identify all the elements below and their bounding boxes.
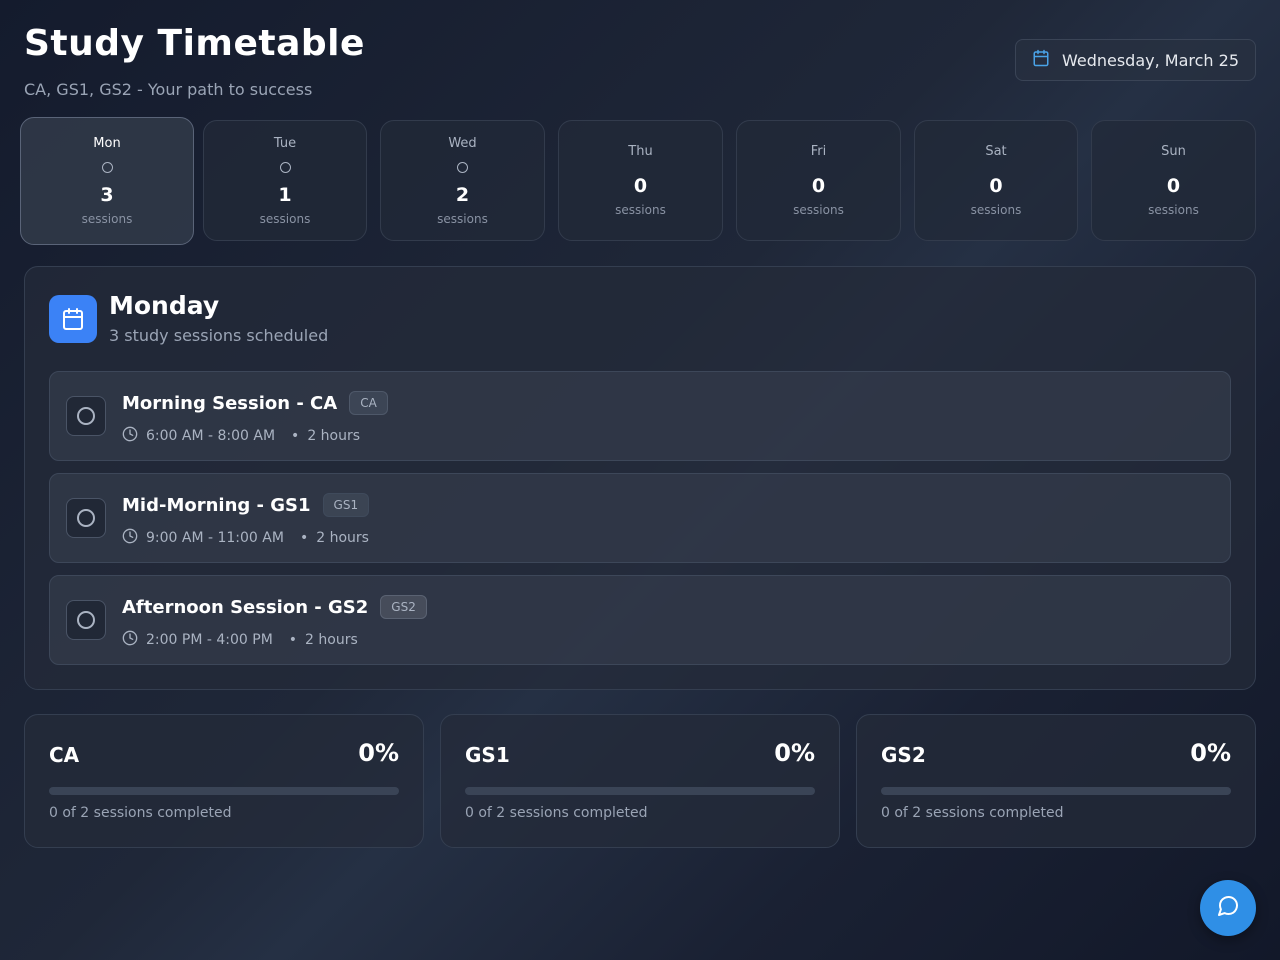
session-meta: 6:00 AM - 8:00 AM • 2 hours: [122, 426, 360, 446]
day-session-count: 0: [633, 175, 648, 197]
session-title-row: Mid-Morning - GS1 GS1: [122, 493, 370, 517]
day-name: Mon: [93, 136, 121, 151]
session-duration: 2 hours: [316, 530, 369, 546]
progress-percent: 0%: [358, 739, 399, 767]
subject-tag: GS1: [322, 493, 370, 517]
status-dot-icon: [279, 161, 291, 173]
session-title-row: Afternoon Session - GS2 GS2: [122, 595, 427, 619]
day-session-label: sessions: [259, 211, 311, 226]
session-time: 9:00 AM - 11:00 AM: [146, 530, 284, 546]
progress-percent: 0%: [1190, 739, 1231, 767]
progress-text: 0 of 2 sessions completed: [49, 805, 232, 821]
schedule-summary: 3 study sessions scheduled: [109, 326, 329, 345]
day-name: Tue: [273, 135, 297, 151]
day-session-count: 0: [989, 175, 1003, 197]
day-session-count: 1: [278, 183, 292, 206]
session-complete-checkbox[interactable]: [66, 498, 106, 538]
subject-tag: GS2: [380, 595, 427, 619]
status-dot-icon: [101, 162, 113, 173]
progress-bar: [465, 787, 815, 795]
subject-name: GS2: [881, 743, 926, 767]
calendar-icon: [1032, 49, 1050, 71]
circle-icon: [77, 611, 95, 629]
session-title: Mid-Morning - GS1: [122, 494, 311, 516]
session-duration: 2 hours: [307, 428, 361, 444]
week-day-selector: Mon 3 sessions Tue 1 sessions Wed 2 sess…: [20, 117, 1256, 245]
circle-icon: [77, 407, 95, 425]
day-name: Sun: [1161, 144, 1186, 159]
session-time: 2:00 PM - 4:00 PM: [146, 632, 273, 648]
status-dot-icon: [457, 161, 468, 173]
progress-bar: [49, 787, 399, 795]
progress-card-gs1: GS1 0% 0 of 2 sessions completed: [440, 714, 840, 848]
message-circle-icon: [1216, 894, 1240, 922]
progress-card-gs2: GS2 0% 0 of 2 sessions completed: [856, 714, 1256, 848]
session-complete-checkbox[interactable]: [66, 396, 106, 436]
day-schedule-panel: Monday 3 study sessions scheduled Mornin…: [24, 266, 1256, 690]
page-subtitle: CA, GS1, GS2 - Your path to success: [24, 80, 313, 99]
schedule-day-title: Monday: [109, 291, 220, 320]
progress-text: 0 of 2 sessions completed: [465, 805, 648, 821]
clock-icon: [122, 630, 138, 650]
current-date-text: Wednesday, March 25: [1061, 50, 1239, 70]
day-card-sat[interactable]: Sat 0 sessions: [914, 120, 1078, 241]
session-item: Afternoon Session - GS2 GS2 2:00 PM - 4:…: [49, 575, 1231, 665]
subject-name: GS1: [465, 743, 510, 767]
circle-icon: [77, 509, 95, 527]
day-card-fri[interactable]: Fri 0 sessions: [736, 120, 901, 241]
day-card-thu[interactable]: Thu 0 sessions: [558, 120, 723, 241]
current-date-badge: Wednesday, March 25: [1014, 39, 1256, 81]
day-session-label: sessions: [970, 203, 1022, 217]
clock-icon: [122, 426, 138, 446]
header: Study Timetable CA, GS1, GS2 - Your path…: [24, 23, 365, 100]
day-card-tue[interactable]: Tue 1 sessions: [203, 120, 367, 241]
day-session-count: 3: [100, 184, 114, 206]
calendar-icon: [49, 295, 97, 343]
day-card-sun[interactable]: Sun 0 sessions: [1091, 120, 1256, 241]
day-session-count: 2: [455, 183, 470, 206]
subject-tag: CA: [349, 391, 388, 415]
chat-button[interactable]: [1200, 880, 1256, 936]
day-session-label: sessions: [81, 212, 133, 226]
day-session-label: sessions: [793, 203, 844, 217]
session-item: Morning Session - CA CA 6:00 AM - 8:00 A…: [49, 371, 1231, 461]
page-title: Study Timetable: [24, 23, 365, 64]
separator-dot: •: [288, 632, 298, 648]
separator-dot: •: [299, 530, 309, 546]
day-session-count: 0: [811, 175, 826, 197]
session-duration: 2 hours: [305, 632, 358, 648]
separator-dot: •: [291, 428, 300, 444]
day-session-label: sessions: [615, 203, 666, 217]
day-name: Sat: [985, 144, 1007, 159]
session-item: Mid-Morning - GS1 GS1 9:00 AM - 11:00 AM…: [49, 473, 1231, 563]
session-title-row: Morning Session - CA CA: [122, 391, 388, 415]
day-session-label: sessions: [437, 211, 488, 226]
day-card-wed[interactable]: Wed 2 sessions: [380, 120, 545, 241]
session-meta: 2:00 PM - 4:00 PM • 2 hours: [122, 630, 358, 650]
progress-percent: 0%: [774, 739, 815, 767]
day-session-label: sessions: [1148, 203, 1199, 217]
session-title: Afternoon Session - GS2: [122, 596, 369, 618]
day-name: Wed: [448, 135, 477, 151]
session-complete-checkbox[interactable]: [66, 600, 106, 640]
progress-text: 0 of 2 sessions completed: [881, 805, 1064, 821]
day-session-count: 0: [1166, 175, 1181, 197]
clock-icon: [122, 528, 138, 548]
session-meta: 9:00 AM - 11:00 AM • 2 hours: [122, 528, 369, 548]
session-title: Morning Session - CA: [122, 392, 338, 414]
day-card-mon[interactable]: Mon 3 sessions: [20, 117, 194, 245]
day-name: Thu: [628, 144, 653, 159]
progress-card-ca: CA 0% 0 of 2 sessions completed: [24, 714, 424, 848]
day-name: Fri: [810, 144, 827, 159]
session-time: 6:00 AM - 8:00 AM: [146, 428, 276, 444]
progress-bar: [881, 787, 1231, 795]
subject-name: CA: [49, 743, 80, 767]
